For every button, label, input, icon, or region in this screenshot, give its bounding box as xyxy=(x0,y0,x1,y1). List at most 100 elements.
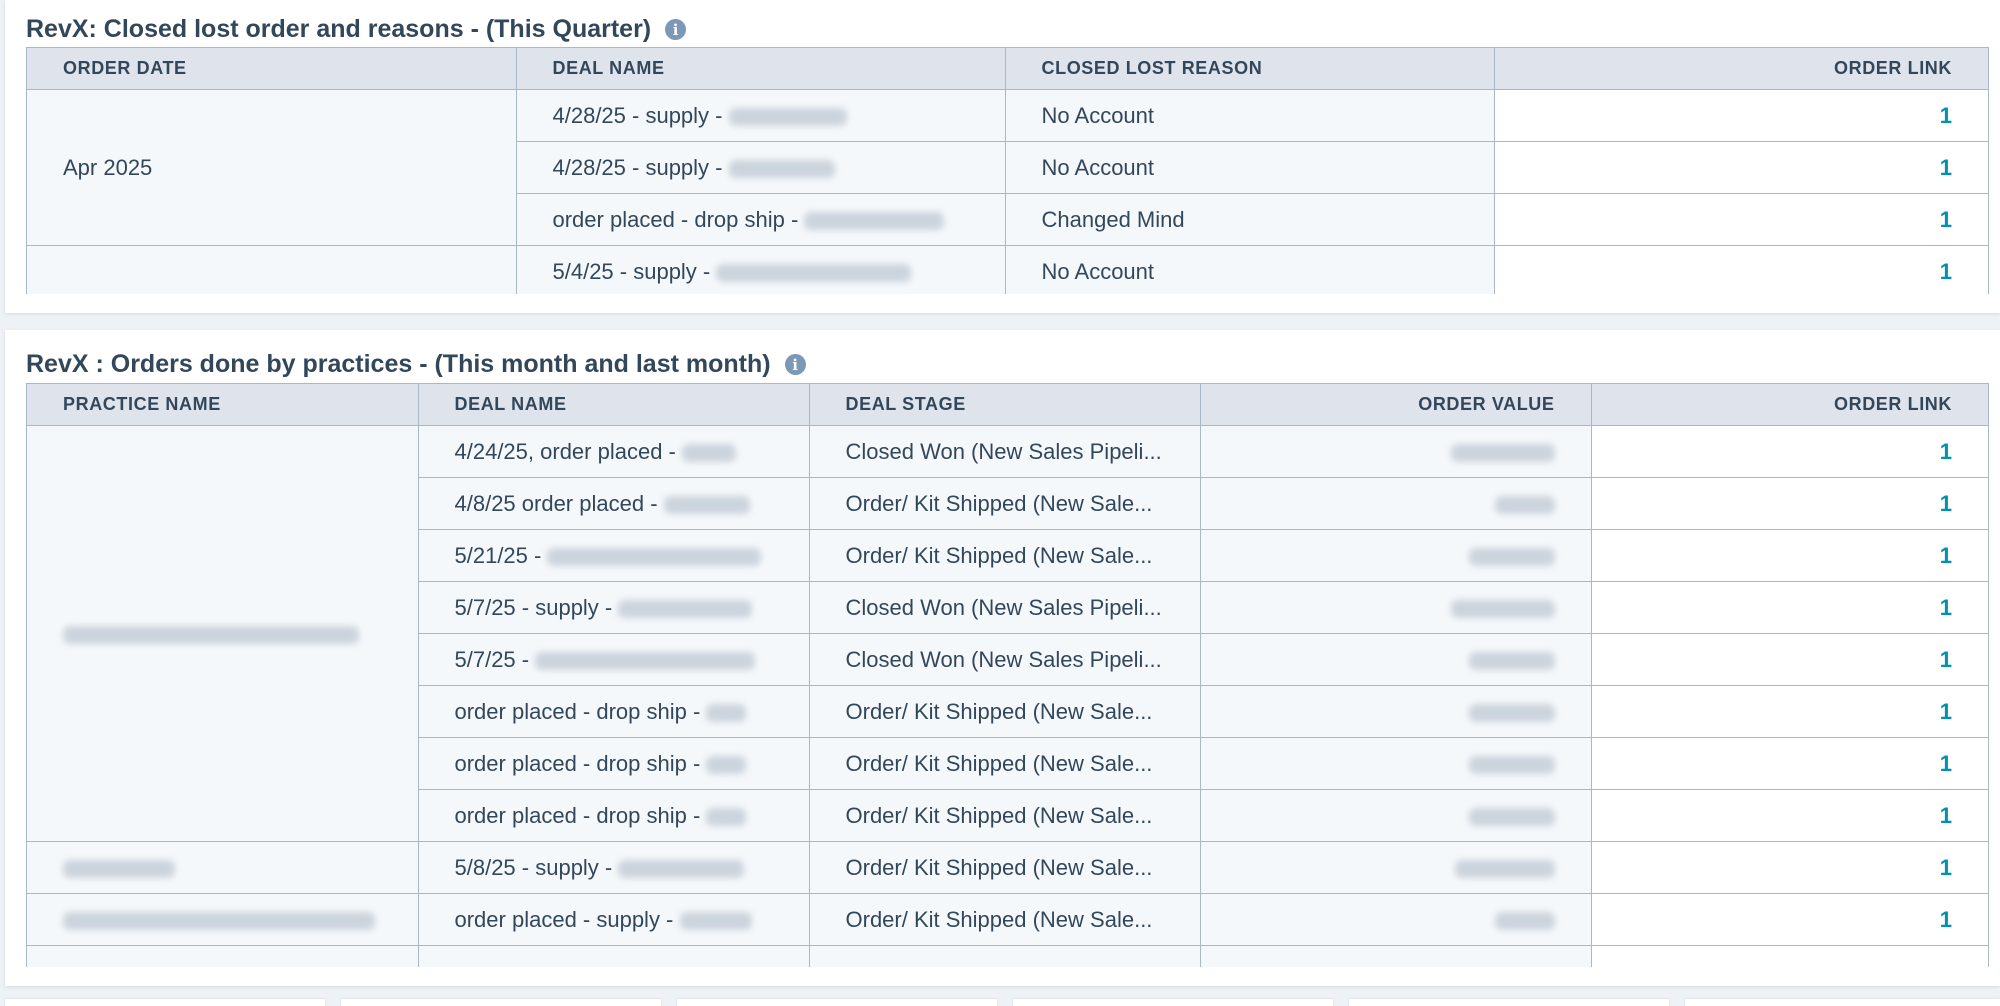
table-row: order placed - supply - Order/ Kit Shipp… xyxy=(27,893,1988,946)
redacted-text xyxy=(1494,911,1555,930)
column-header-deal-stage[interactable]: DEAL STAGE xyxy=(808,383,1201,426)
order-link[interactable]: 1 xyxy=(1940,439,1952,464)
redacted-text xyxy=(706,703,747,722)
next-report-cards-edge xyxy=(0,999,2000,1006)
deal-name-cell: order placed - supply - xyxy=(417,893,810,946)
column-header-closed-lost-reason[interactable]: CLOSED LOST REASON xyxy=(1004,47,1495,90)
deal-name-text: 4/28/25 - supply - xyxy=(552,154,723,180)
redacted-text xyxy=(728,159,835,178)
deal-name-text: order placed - drop ship - xyxy=(454,802,701,828)
practice-orders-report-card: RevX : Orders done by practices - (This … xyxy=(5,330,2000,986)
closed-lost-report-title-text: RevX: Closed lost order and reasons - (T… xyxy=(26,15,652,43)
order-link[interactable]: 1 xyxy=(1940,803,1952,828)
deal-name-text: 4/24/25, order placed - xyxy=(454,438,676,464)
order-link[interactable]: 1 xyxy=(1940,907,1952,932)
table-row xyxy=(27,945,1988,967)
redacted-text xyxy=(547,547,762,566)
order-link-cell: 1 xyxy=(1493,193,1988,246)
order-link-cell: 1 xyxy=(1493,141,1988,194)
order-link[interactable]: 1 xyxy=(1940,595,1952,620)
column-header-deal-name[interactable]: DEAL NAME xyxy=(515,47,1006,90)
deal-name-cell: 5/7/25 - supply - xyxy=(418,581,810,634)
redacted-text xyxy=(706,807,747,826)
deal-name-text: 5/7/25 - supply - xyxy=(454,594,613,620)
order-link-cell: 1 xyxy=(1590,789,1988,842)
closed-lost-report-card: RevX: Closed lost order and reasons - (T… xyxy=(5,0,2000,313)
order-link[interactable]: 1 xyxy=(1940,699,1952,724)
redacted-text xyxy=(618,599,753,618)
column-header-order-date[interactable]: ORDER DATE xyxy=(27,47,517,90)
redacted-text xyxy=(1468,703,1555,722)
deal-stage-cell xyxy=(808,945,1201,967)
deal-name-text: order placed - drop ship - xyxy=(552,206,799,232)
deal-name-cell: 4/28/25 - supply - xyxy=(516,141,1006,194)
deal-stage-cell: Closed Won (New Sales Pipeli... xyxy=(808,581,1201,634)
order-date-group xyxy=(27,245,517,294)
order-value-cell xyxy=(1199,789,1592,842)
practice-name-cell xyxy=(27,841,419,894)
order-value-cell xyxy=(1199,581,1592,634)
order-link[interactable]: 1 xyxy=(1940,543,1952,568)
column-header-order-link[interactable]: ORDER LINK xyxy=(1590,383,1988,426)
deal-name-text: 5/8/25 - supply - xyxy=(454,854,613,880)
deal-name-text: 4/8/25 order placed - xyxy=(454,490,658,516)
redacted-text xyxy=(682,443,736,462)
table-row: 5/4/25 - supply - No Account 1 xyxy=(27,245,1988,294)
info-icon[interactable]: i xyxy=(665,19,687,40)
report-card-edge xyxy=(1685,999,2000,1006)
deal-stage-cell: Closed Won (New Sales Pipeli... xyxy=(808,425,1201,478)
order-link[interactable]: 1 xyxy=(1940,491,1952,516)
closed-lost-report-title: RevX: Closed lost order and reasons - (T… xyxy=(26,15,687,44)
closed-lost-reason-cell: No Account xyxy=(1004,141,1495,194)
deal-name-cell: order placed - drop ship - xyxy=(418,685,810,738)
order-link[interactable]: 1 xyxy=(1940,259,1952,284)
deal-name-cell: order placed - drop ship - xyxy=(418,789,810,842)
order-link-cell: 1 xyxy=(1590,841,1988,894)
order-link[interactable]: 1 xyxy=(1940,855,1952,880)
practice-orders-table: PRACTICE NAME DEAL NAME DEAL STAGE ORDER… xyxy=(26,383,1989,967)
deal-stage-cell: Closed Won (New Sales Pipeli... xyxy=(808,633,1201,686)
order-date-group: Apr 2025 xyxy=(27,89,517,246)
deal-name-text: order placed - drop ship - xyxy=(454,750,701,776)
deal-stage-cell: Order/ Kit Shipped (New Sale... xyxy=(808,737,1201,790)
closed-lost-table: ORDER DATE DEAL NAME CLOSED LOST REASON … xyxy=(26,47,1989,294)
order-link-cell: 1 xyxy=(1493,89,1988,142)
closed-lost-reason-cell: No Account xyxy=(1004,89,1495,142)
order-link-cell: 1 xyxy=(1590,685,1988,738)
deal-stage-cell: Order/ Kit Shipped (New Sale... xyxy=(808,685,1201,738)
redacted-text xyxy=(804,211,945,230)
column-header-practice-name[interactable]: PRACTICE NAME xyxy=(27,383,419,426)
redacted-text xyxy=(1468,547,1555,566)
practice-name-cell xyxy=(27,893,419,946)
order-link-cell: 1 xyxy=(1590,893,1988,946)
practice-name-cell xyxy=(27,425,419,842)
column-header-order-value[interactable]: ORDER VALUE xyxy=(1199,383,1592,426)
deal-name-cell xyxy=(417,945,810,967)
order-link-cell: 1 xyxy=(1590,737,1988,790)
deal-name-cell: 5/7/25 - xyxy=(418,633,810,686)
report-card-edge xyxy=(341,999,661,1006)
column-header-order-link[interactable]: ORDER LINK xyxy=(1493,47,1988,90)
deal-stage-cell: Order/ Kit Shipped (New Sale... xyxy=(808,893,1201,946)
order-link[interactable]: 1 xyxy=(1940,155,1952,180)
deal-stage-cell: Order/ Kit Shipped (New Sale... xyxy=(808,529,1201,582)
order-link[interactable]: 1 xyxy=(1940,103,1952,128)
closed-lost-reason-cell: No Account xyxy=(1004,245,1495,294)
table-row: 5/8/25 - supply - Order/ Kit Shipped (Ne… xyxy=(27,841,1988,894)
order-link-cell: 1 xyxy=(1493,245,1988,294)
deal-name-cell: 5/4/25 - supply - xyxy=(515,245,1006,294)
order-link[interactable]: 1 xyxy=(1940,207,1952,232)
redacted-text xyxy=(63,859,175,878)
order-link-cell: 1 xyxy=(1590,425,1988,478)
order-link-cell: 1 xyxy=(1590,581,1988,634)
column-header-deal-name[interactable]: DEAL NAME xyxy=(417,383,810,426)
order-link[interactable]: 1 xyxy=(1940,647,1952,672)
order-value-cell xyxy=(1199,945,1592,967)
order-value-cell xyxy=(1199,737,1592,790)
redacted-text xyxy=(728,107,847,126)
order-value-cell xyxy=(1199,633,1592,686)
deal-name-text: 5/21/25 - xyxy=(454,542,542,568)
info-icon[interactable]: i xyxy=(784,354,806,375)
order-value-cell xyxy=(1199,841,1592,894)
order-link[interactable]: 1 xyxy=(1940,751,1952,776)
